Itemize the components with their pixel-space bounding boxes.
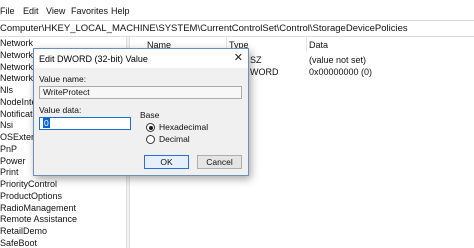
row-type[interactable]: SZ: [250, 55, 262, 65]
value-data-text[interactable]: 0: [43, 118, 50, 128]
tree-item[interactable]: SafeBoot: [0, 238, 37, 248]
menu-edit[interactable]: Edit: [23, 6, 39, 16]
tree-item[interactable]: Remote Assistance: [0, 214, 77, 225]
tree-item[interactable]: ProductOptions: [0, 191, 62, 202]
hexadecimal-radio[interactable]: Hexadecimal: [146, 122, 236, 133]
row-type[interactable]: WORD: [250, 67, 279, 77]
value-data-input[interactable]: 0: [39, 117, 131, 130]
cancel-button[interactable]: Cancel: [197, 155, 242, 169]
tree-item[interactable]: Nls: [0, 85, 13, 96]
tree-item[interactable]: Power: [0, 156, 26, 167]
row-data[interactable]: (value not set): [309, 55, 366, 65]
tree-item[interactable]: Print: [0, 167, 19, 178]
decimal-label[interactable]: Decimal: [159, 134, 190, 144]
menu-view[interactable]: View: [46, 6, 65, 16]
address-path[interactable]: Computer\HKEY_LOCAL_MACHINE\SYSTEM\Curre…: [0, 23, 408, 34]
column-divider[interactable]: [306, 37, 307, 51]
base-groupbox: Base Hexadecimal Decimal: [138, 110, 242, 145]
decimal-radio[interactable]: Decimal: [146, 134, 236, 145]
value-data-label: Value data:: [39, 105, 82, 115]
tree-item[interactable]: Notificati: [0, 109, 35, 120]
tree-item[interactable]: RetailDemo: [0, 226, 47, 237]
tree-item[interactable]: PnP: [0, 144, 17, 155]
row-data[interactable]: 0x00000000 (0): [309, 67, 372, 77]
tree-item[interactable]: RadioManagement: [0, 203, 76, 214]
tree-item[interactable]: Network: [0, 38, 33, 49]
menu-favorites[interactable]: Favorites: [71, 6, 108, 16]
address-bar[interactable]: Computer\HKEY_LOCAL_MACHINE\SYSTEM\Curre…: [0, 20, 474, 37]
base-label: Base: [140, 110, 160, 120]
value-name-label: Value name:: [39, 74, 87, 84]
edit-dword-dialog: Edit DWORD (32-bit) Value ✕ Value name: …: [33, 48, 249, 176]
dialog-title: Edit DWORD (32-bit) Value: [39, 54, 148, 64]
column-header-data[interactable]: Data: [309, 40, 328, 50]
value-name-field: WriteProtect: [39, 86, 242, 99]
ok-button[interactable]: OK: [144, 155, 189, 169]
close-icon[interactable]: ✕: [234, 52, 243, 64]
hexadecimal-label[interactable]: Hexadecimal: [159, 122, 208, 132]
radio-unchecked-icon[interactable]: [146, 135, 155, 144]
menu-file[interactable]: File: [0, 6, 15, 16]
dialog-titlebar[interactable]: Edit DWORD (32-bit) Value ✕: [34, 49, 248, 68]
menu-help[interactable]: Help: [111, 6, 130, 16]
radio-checked-icon[interactable]: [146, 123, 155, 132]
tree-item[interactable]: Nsi: [0, 120, 13, 131]
menu-bar: File Edit View Favorites Help: [0, 0, 474, 20]
tree-item[interactable]: PriorityControl: [0, 179, 57, 190]
